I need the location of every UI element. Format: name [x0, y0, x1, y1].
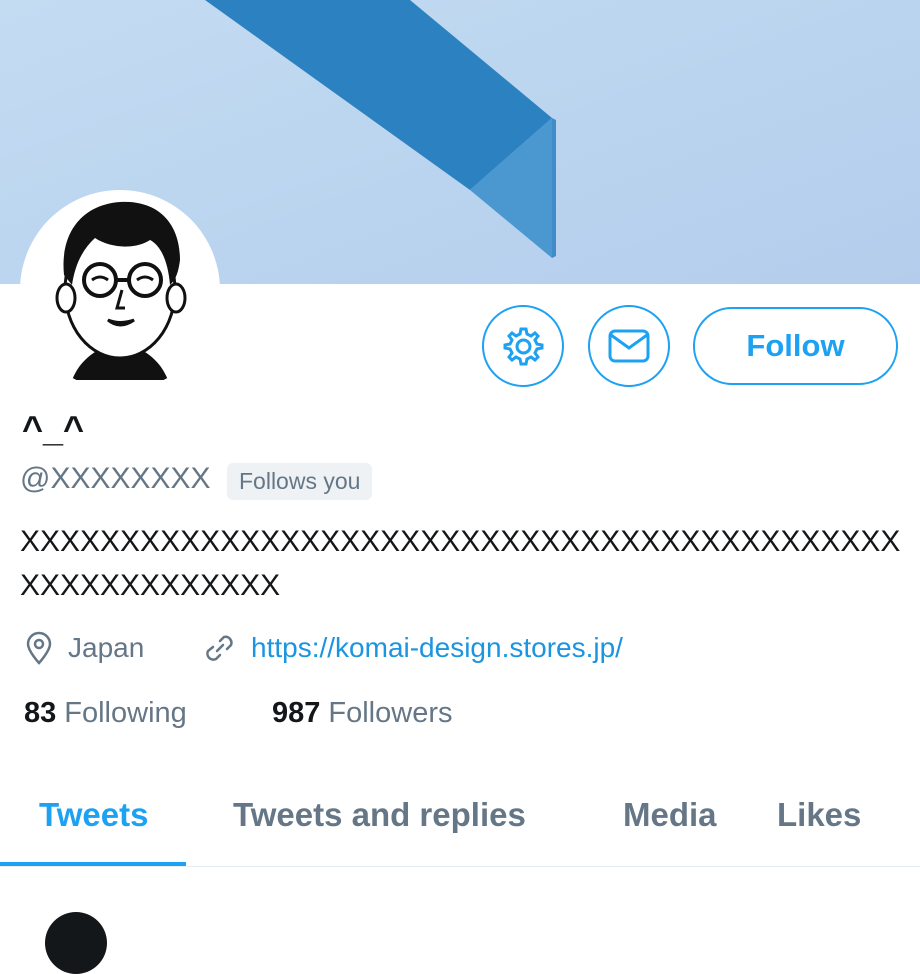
profile-avatar[interactable] — [20, 190, 220, 390]
user-handle: @XXXXXXXX — [20, 462, 211, 495]
message-button[interactable] — [588, 305, 670, 387]
settings-button[interactable] — [482, 305, 564, 387]
following-count: 83 — [24, 697, 57, 729]
website-link[interactable]: https://komai-design.stores.jp/ — [251, 632, 623, 664]
display-name: ^_^ — [22, 408, 85, 449]
tab-divider — [0, 866, 920, 867]
tweet-avatar[interactable] — [45, 912, 107, 974]
gear-icon — [503, 327, 544, 366]
following-label: Following — [64, 697, 187, 729]
follow-button[interactable]: Follow — [693, 307, 898, 385]
followers-stat[interactable]: 987 Followers — [272, 697, 452, 730]
avatar-illustration — [55, 201, 187, 380]
location-pin-icon — [26, 631, 52, 665]
location-text: Japan — [68, 632, 145, 663]
profile-website[interactable]: https://komai-design.stores.jp/ — [203, 627, 623, 669]
profile-bio: XXXXXXXXXXXXXXXXXXXXXXXXXXXXXXXXXXXXXXXX… — [20, 525, 901, 602]
follows-you-badge: Follows you — [227, 463, 373, 500]
following-stat[interactable]: 83 Following — [24, 697, 187, 730]
tab-tweets[interactable]: Tweets — [39, 796, 148, 834]
tab-media[interactable]: Media — [623, 796, 717, 834]
profile-location: Japan — [24, 627, 144, 669]
envelope-icon — [608, 329, 650, 363]
tab-likes[interactable]: Likes — [777, 796, 861, 834]
tab-tweets-and-replies[interactable]: Tweets and replies — [233, 796, 526, 834]
followers-count: 987 — [272, 697, 321, 729]
followers-label: Followers — [328, 697, 453, 729]
link-icon — [206, 635, 233, 661]
